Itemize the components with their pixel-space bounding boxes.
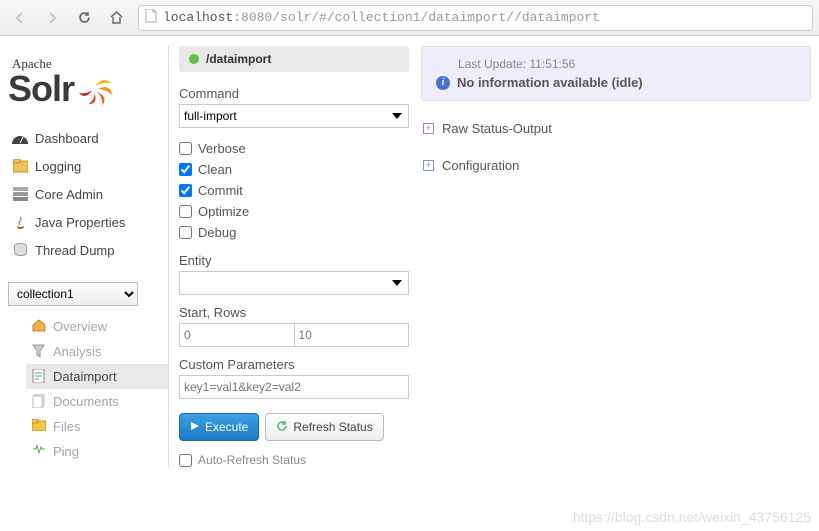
subnav-analysis[interactable]: Analysis [26,339,168,364]
plus-icon: + [423,160,434,171]
logging-icon [12,158,28,174]
core-admin-icon [12,186,28,202]
debug-label: Debug [198,225,236,240]
document-import-icon [32,369,47,384]
verbose-checkbox[interactable] [179,142,192,155]
java-icon [12,214,28,230]
forward-button[interactable] [38,5,66,31]
auto-refresh-label: Auto-Refresh Status [198,453,306,467]
nav-dashboard[interactable]: Dashboard [8,124,168,152]
subnav-documents[interactable]: Documents [26,389,168,414]
verbose-label: Verbose [198,141,246,156]
subnav-files[interactable]: Files [26,414,168,439]
optimize-label: Optimize [198,204,249,219]
logo-solr: Solr [8,68,74,110]
funnel-icon [32,344,47,359]
subnav-ping[interactable]: Ping [26,439,168,464]
back-button[interactable] [6,5,34,31]
nav-logging[interactable]: Logging [8,152,168,180]
command-label: Command [179,86,409,101]
reload-button[interactable] [70,5,98,31]
thread-icon [12,242,28,258]
sun-icon [76,70,114,108]
nav-thread-dump[interactable]: Thread Dump [8,236,168,264]
main-nav: Dashboard Logging Core Admin Java Proper… [8,124,168,264]
status-message: No information available (idle) [457,75,643,90]
folder-icon [32,419,47,434]
raw-status-expander[interactable]: + Raw Status-Output [421,115,811,142]
refresh-status-button[interactable]: Refresh Status [265,413,383,441]
sidebar: Apache Solr Dashboard Logging Core Admin [8,46,168,467]
startrows-label: Start, Rows [179,305,409,320]
configuration-expander[interactable]: + Configuration [421,152,811,179]
handler-header: /dataimport [179,46,409,72]
watermark: https://blog.csdn.net/weixin_43756125 [573,509,811,525]
last-update: Last Update: 11:51:56 [458,57,796,71]
main-content: /dataimport Command full-import Verbose … [168,46,811,467]
core-select-dropdown[interactable]: collection1 [8,282,138,306]
status-dot-icon [189,54,199,64]
browser-toolbar: localhost:8080/solr/#/collection1/dataim… [0,0,819,36]
debug-checkbox[interactable] [179,226,192,239]
core-selector[interactable]: collection1 [8,282,168,306]
ping-icon [32,444,47,459]
optimize-checkbox[interactable] [179,205,192,218]
page-icon [145,9,157,26]
execute-button[interactable]: Execute [179,413,259,441]
entity-label: Entity [179,253,409,268]
url-text: localhost:8080/solr/#/collection1/dataim… [163,10,600,25]
clean-checkbox[interactable] [179,163,192,176]
logo: Apache Solr [8,46,168,124]
status-panel: Last Update: 11:51:56 i No information a… [421,46,811,467]
subnav-overview[interactable]: Overview [26,314,168,339]
home-button[interactable] [102,5,130,31]
refresh-icon [276,420,288,435]
clean-label: Clean [198,162,232,177]
handler-name: /dataimport [206,52,271,66]
info-icon: i [436,76,450,90]
subnav-dataimport[interactable]: Dataimport [26,364,168,389]
custom-params-input[interactable] [179,375,409,399]
dataimport-form: /dataimport Command full-import Verbose … [179,46,409,467]
custom-params-label: Custom Parameters [179,357,409,372]
nav-java-properties[interactable]: Java Properties [8,208,168,236]
documents-icon [32,394,47,409]
commit-checkbox[interactable] [179,184,192,197]
plus-icon: + [423,123,434,134]
play-icon [190,420,200,434]
address-bar[interactable]: localhost:8080/solr/#/collection1/dataim… [138,5,813,31]
entity-select[interactable] [179,271,409,295]
command-select[interactable]: full-import [179,104,409,128]
core-subnav: Overview Analysis Dataimport Documents F… [26,314,168,464]
nav-core-admin[interactable]: Core Admin [8,180,168,208]
house-icon [32,319,47,334]
dashboard-icon [12,130,28,146]
auto-refresh-checkbox[interactable] [179,454,192,467]
commit-label: Commit [198,183,243,198]
start-input[interactable] [179,323,294,347]
status-box: Last Update: 11:51:56 i No information a… [421,46,811,101]
rows-input[interactable] [294,323,410,347]
